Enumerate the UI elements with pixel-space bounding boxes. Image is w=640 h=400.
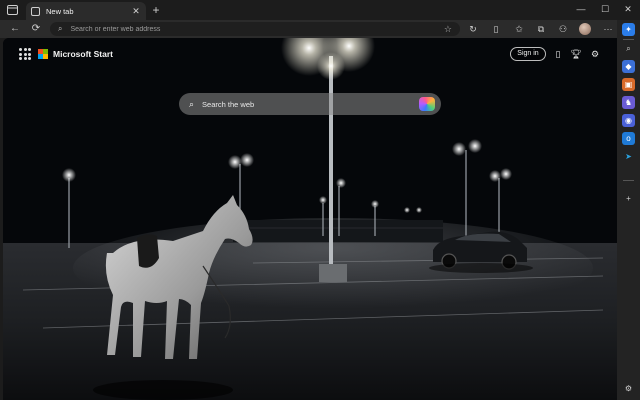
add-icon[interactable]: +: [622, 192, 635, 205]
address-bar[interactable]: ⌕ ☆: [50, 22, 460, 36]
web-search-box[interactable]: ⌕: [179, 93, 441, 115]
refresh-icon[interactable]: ⟳: [29, 23, 43, 35]
sidebar-divider: [623, 39, 634, 40]
copilot-sidebar-icon[interactable]: ✦: [622, 23, 635, 36]
star-icon[interactable]: ☆: [444, 24, 452, 35]
new-tab-favicon-icon: [31, 6, 40, 16]
back-icon[interactable]: ←: [8, 23, 22, 35]
outlook-icon[interactable]: o: [622, 132, 635, 145]
search-icon[interactable]: ⌕: [622, 42, 635, 55]
tools-icon[interactable]: ▣: [622, 78, 635, 91]
sign-in-button[interactable]: Sign in: [510, 47, 546, 61]
settings-icon[interactable]: ⚙: [588, 47, 602, 61]
settings-icon[interactable]: ⚙: [622, 382, 635, 395]
app-launcher-icon[interactable]: [19, 48, 31, 60]
new-tab-page: Microsoft Start Sign in ▯ 🏆︎ ⚙ ⌕: [3, 38, 617, 400]
profile-avatar[interactable]: [579, 23, 591, 35]
sidebar-divider: [623, 180, 634, 181]
tab-label: New tab: [46, 6, 74, 16]
send-icon[interactable]: ➤: [622, 150, 635, 163]
search-input[interactable]: [202, 99, 419, 109]
title-bar: New tab ✕ + — ☐ ✕: [0, 0, 640, 20]
brand-title[interactable]: Microsoft Start: [53, 49, 113, 59]
mobile-icon[interactable]: ▯: [551, 47, 565, 61]
microsoft-365-icon[interactable]: ◉: [622, 114, 635, 127]
close-window-button[interactable]: ✕: [617, 2, 639, 16]
shopping-icon[interactable]: ◆: [622, 60, 635, 73]
search-icon: ⌕: [58, 24, 63, 33]
browser-toolbar: ← ⟳ ⌕ ☆ ↻ ▯ ✩ ⧉ ⚇ ···: [0, 20, 640, 38]
minimize-button[interactable]: —: [570, 2, 592, 16]
maximize-button[interactable]: ☐: [594, 2, 616, 16]
tab-new-tab[interactable]: New tab ✕: [26, 2, 146, 20]
close-tab-icon[interactable]: ✕: [131, 6, 141, 17]
refresh-page-icon[interactable]: ↻: [466, 23, 480, 35]
edge-sidebar: ✦ ⌕ ◆ ▣ ♞ ◉ o ➤ + ⚙: [617, 20, 640, 400]
favorites-icon[interactable]: ✩: [512, 23, 526, 35]
address-input[interactable]: [70, 25, 444, 33]
rewards-trophy-icon[interactable]: 🏆︎: [569, 47, 583, 61]
tab-actions-icon[interactable]: [4, 3, 20, 17]
collections-icon[interactable]: ⧉: [534, 23, 548, 35]
microsoft-logo-icon: [38, 49, 48, 59]
search-icon: ⌕: [189, 98, 195, 109]
extensions-icon[interactable]: ⚇: [556, 23, 570, 35]
new-tab-button[interactable]: +: [150, 3, 162, 17]
start-header: Microsoft Start Sign in ▯ 🏆︎ ⚙: [3, 38, 617, 70]
copilot-icon[interactable]: [419, 97, 435, 111]
games-icon[interactable]: ♞: [622, 96, 635, 109]
split-screen-icon[interactable]: ▯: [489, 23, 503, 35]
more-icon[interactable]: ···: [601, 23, 615, 35]
